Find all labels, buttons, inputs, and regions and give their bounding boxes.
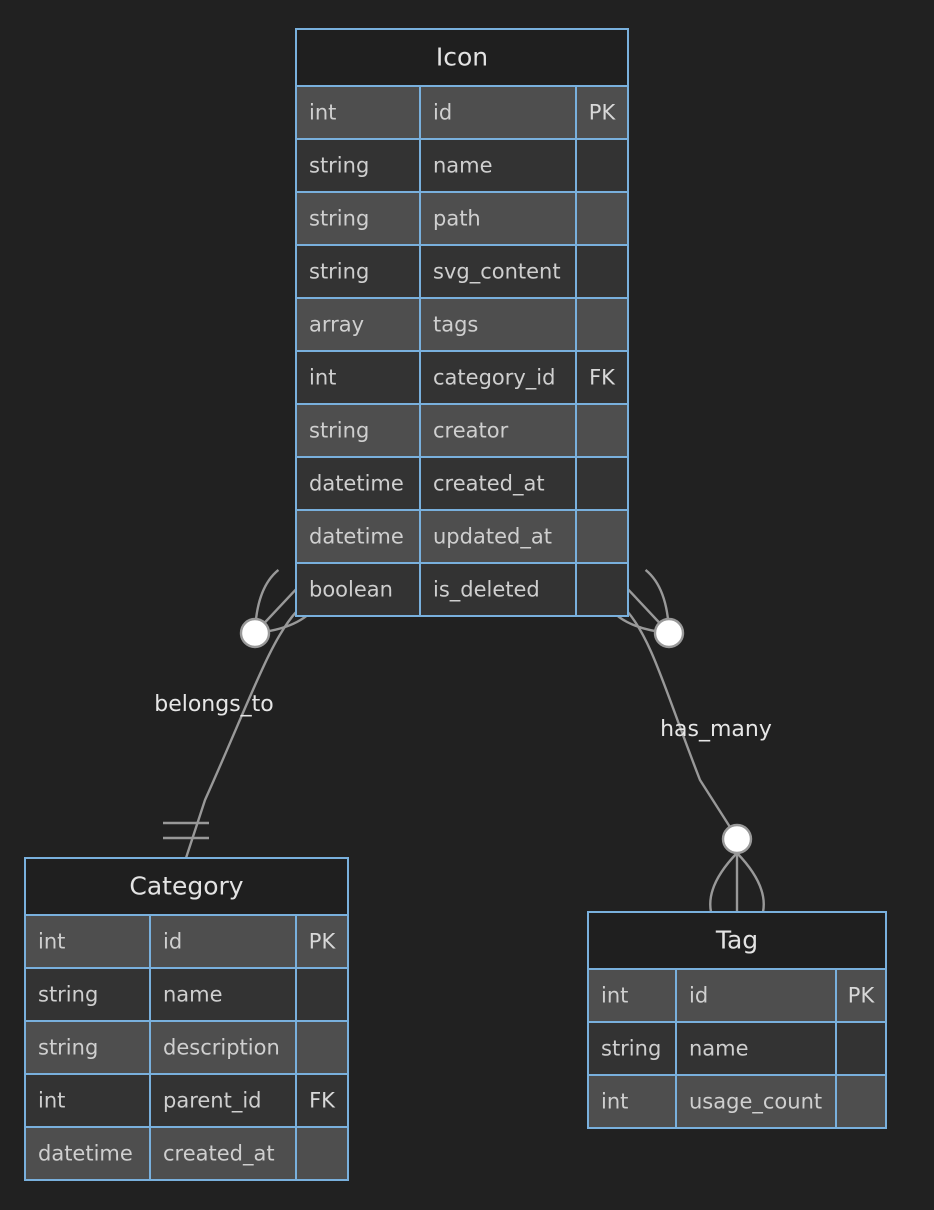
- attribute-key-cell-background: [836, 1075, 886, 1128]
- cardinality-circle-source: [239, 617, 271, 649]
- entity-title: Icon: [436, 43, 488, 72]
- attribute-type-label: int: [38, 1089, 65, 1113]
- attribute-name-label: created_at: [433, 472, 545, 497]
- relationship-label: belongs_to: [154, 692, 274, 717]
- attribute-name-label: is_deleted: [433, 578, 540, 603]
- attribute-key-cell-background: [296, 968, 348, 1021]
- entity-attribute-row[interactable]: datetime created_at: [24, 1126, 349, 1181]
- attribute-type-label: boolean: [309, 578, 393, 602]
- attribute-type-label: int: [309, 101, 336, 125]
- entity-attribute-row[interactable]: string name: [295, 138, 629, 193]
- cardinality-circle-source: [653, 617, 685, 649]
- attribute-key-cell-background: [576, 298, 628, 351]
- attribute-type-label: string: [309, 154, 369, 178]
- attribute-type-label: string: [309, 260, 369, 284]
- attribute-key-cell-background: [836, 1022, 886, 1075]
- attribute-name-label: name: [163, 983, 223, 1007]
- entity-title: Category: [129, 872, 243, 901]
- er-diagram-canvas: Icon int id PK string name string path string svg…: [0, 0, 934, 1210]
- attribute-key-label: FK: [309, 1089, 336, 1113]
- attribute-type-label: int: [601, 984, 628, 1008]
- attribute-type-label: string: [38, 983, 98, 1007]
- entity-attribute-row[interactable]: int usage_count: [587, 1074, 887, 1129]
- entity-attribute-row[interactable]: int id PK: [24, 914, 349, 969]
- entity-attribute-row[interactable]: string name: [587, 1021, 887, 1076]
- attribute-type-label: string: [309, 419, 369, 443]
- attribute-type-label: string: [309, 207, 369, 231]
- entity-category[interactable]: Category int id PK string name string descripti…: [24, 857, 349, 1181]
- attribute-type-label: int: [38, 930, 65, 954]
- entity-title: Tag: [715, 926, 758, 955]
- attribute-type-label: string: [601, 1037, 661, 1061]
- entity-attribute-row[interactable]: boolean is_deleted: [295, 562, 629, 617]
- attribute-key-label: PK: [848, 984, 876, 1008]
- attribute-key-cell-background: [296, 1021, 348, 1074]
- entity-attribute-row[interactable]: datetime updated_at: [295, 509, 629, 564]
- attribute-type-label: string: [38, 1036, 98, 1060]
- attribute-key-cell-background: [576, 245, 628, 298]
- attribute-key-cell-background: [576, 404, 628, 457]
- attribute-name-label: name: [689, 1037, 749, 1061]
- attribute-name-label: id: [433, 101, 452, 125]
- attribute-key-label: PK: [589, 101, 617, 125]
- attribute-type-label: datetime: [309, 472, 404, 496]
- attribute-type-label: int: [309, 366, 336, 390]
- entity-attribute-row[interactable]: int parent_id FK: [24, 1073, 349, 1128]
- attribute-name-label: category_id: [433, 366, 555, 391]
- attribute-type-label: datetime: [309, 525, 404, 549]
- entity-attribute-row[interactable]: int id PK: [587, 968, 887, 1023]
- entity-attribute-row[interactable]: string svg_content: [295, 244, 629, 299]
- attribute-name-label: id: [163, 930, 182, 954]
- attribute-name-label: parent_id: [163, 1089, 262, 1114]
- entity-attribute-row[interactable]: string path: [295, 191, 629, 246]
- attribute-key-label: PK: [309, 930, 337, 954]
- entity-attribute-row[interactable]: datetime created_at: [295, 456, 629, 511]
- attribute-name-label: usage_count: [689, 1090, 822, 1115]
- entity-attribute-row[interactable]: string description: [24, 1020, 349, 1075]
- entity-attribute-row[interactable]: int category_id FK: [295, 350, 629, 405]
- attribute-name-label: id: [689, 984, 708, 1008]
- attribute-name-label: description: [163, 1036, 280, 1060]
- attribute-name-label: path: [433, 207, 481, 231]
- attribute-type-label: datetime: [38, 1142, 133, 1166]
- entity-attribute-row[interactable]: string name: [24, 967, 349, 1022]
- attribute-key-cell-background: [576, 563, 628, 616]
- attribute-name-label: created_at: [163, 1142, 275, 1167]
- attribute-name-label: updated_at: [433, 525, 552, 550]
- entity-attribute-row[interactable]: int id PK: [295, 85, 629, 140]
- attribute-name-label: creator: [433, 419, 509, 443]
- entity-attribute-row[interactable]: string creator: [295, 403, 629, 458]
- attribute-name-label: tags: [433, 313, 478, 337]
- attribute-key-cell-background: [576, 510, 628, 563]
- relationship-label: has_many: [660, 717, 772, 742]
- attribute-type-label: int: [601, 1090, 628, 1114]
- entity-icon[interactable]: Icon int id PK string name string path string svg…: [295, 28, 629, 617]
- attribute-name-label: name: [433, 154, 493, 178]
- attribute-type-label: array: [309, 313, 364, 337]
- attribute-key-label: FK: [589, 366, 616, 390]
- entity-attribute-row[interactable]: array tags: [295, 297, 629, 352]
- attribute-key-cell-background: [576, 457, 628, 510]
- entity-tag[interactable]: Tag int id PK string name int usage_count: [587, 911, 887, 1129]
- attribute-key-cell-background: [296, 1127, 348, 1180]
- attribute-key-cell-background: [576, 139, 628, 192]
- attribute-name-label: svg_content: [433, 260, 561, 285]
- attribute-key-cell-background: [576, 192, 628, 245]
- cardinality-circle-target: [721, 823, 753, 855]
